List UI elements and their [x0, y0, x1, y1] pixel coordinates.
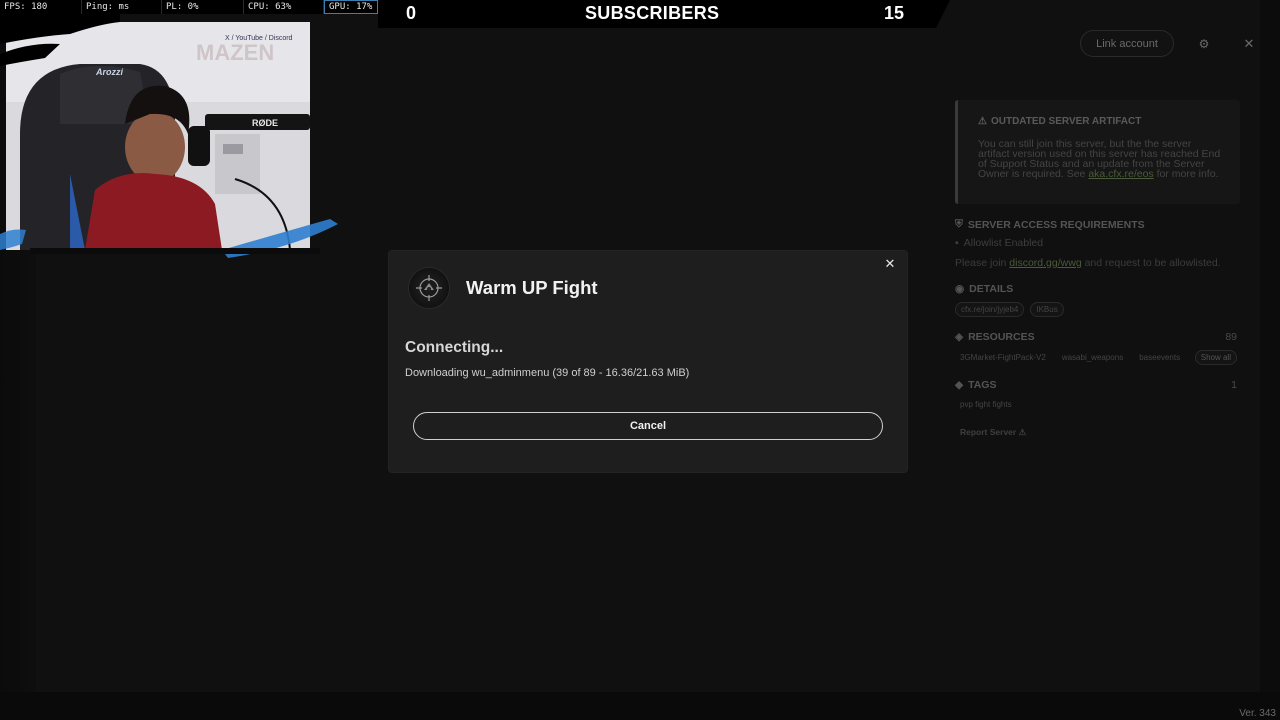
cpu-readout: CPU: 63%: [244, 0, 324, 14]
tags-count: 1: [1231, 379, 1237, 391]
download-progress-text: Downloading wu_adminmenu (39 of 89 - 16.…: [405, 367, 690, 379]
allowlist-instructions: Please join discord.gg/wwg and request t…: [955, 257, 1221, 269]
fps-readout: FPS: 180: [0, 0, 82, 14]
cube-icon: ◈: [955, 331, 964, 343]
cancel-button[interactable]: Cancel: [413, 412, 883, 440]
resources-heading: ◈ RESOURCES 89: [955, 331, 1237, 343]
resources-chips: 3GMarket-FightPack-V2 wasabi_weapons bas…: [955, 350, 1245, 365]
subscriber-label: SUBSCRIBERS: [585, 3, 720, 23]
close-icon: ✕: [884, 256, 896, 271]
discord-link[interactable]: discord.gg/wwg: [1009, 257, 1081, 269]
details-chips: cfx.re/join/jyjeb4 IKBus: [955, 302, 1245, 317]
ping-readout: Ping: ms: [82, 0, 162, 14]
close-window-button[interactable]: ✕: [1236, 30, 1262, 57]
chair-brand: Arozzi: [95, 67, 123, 77]
shield-icon: ⛨: [955, 218, 963, 230]
warning-text: You can still join this server, but the …: [978, 138, 1221, 180]
details-heading: ◉ DETAILS: [955, 283, 1014, 295]
server-logo-graphic: [416, 275, 442, 301]
resource-chip: wasabi_weapons: [1061, 353, 1124, 362]
packet-loss-readout: PL: 0%: [162, 0, 244, 14]
resources-count: 89: [1225, 331, 1237, 343]
tag-icon: ◆: [955, 379, 964, 391]
show-all-button[interactable]: Show all: [1194, 350, 1237, 365]
lock-icon: ▪: [955, 237, 959, 249]
server-name: Warm UP Fight: [466, 277, 598, 298]
version-label: Ver. 343: [1239, 708, 1276, 719]
modal-close-button[interactable]: ✕: [881, 255, 899, 273]
server-info-panel: ⚠ OUTDATED SERVER ARTIFACT You can still…: [955, 100, 1245, 438]
close-icon: ✕: [1243, 35, 1255, 51]
subscriber-goal-count: 15: [884, 3, 905, 23]
tags-heading: ◆ TAGS 1: [955, 379, 1237, 391]
access-requirements-heading: ⛨ SERVER ACCESS REQUIREMENTS: [955, 218, 1145, 231]
tags-chips: pvp fight fights: [955, 398, 1245, 411]
gear-icon: ⚙: [1198, 36, 1210, 51]
warning-icon: ⚠: [1018, 427, 1027, 437]
connecting-modal: ✕ Warm UP Fight Connecting... Downloadin…: [389, 251, 907, 472]
tag-chip: pvp fight fights: [960, 400, 1012, 409]
subscriber-counter-bar: 0 SUBSCRIBERS 15: [378, 0, 950, 28]
allowlist-status: ▪ Allowlist Enabled: [955, 237, 1044, 249]
mic-brand: RØDE: [252, 118, 278, 128]
warning-icon: ⚠: [978, 116, 987, 127]
join-code-chip[interactable]: cfx.re/join/jyjeb4: [955, 302, 1025, 317]
subscriber-start-count: 0: [406, 3, 417, 23]
settings-button[interactable]: ⚙: [1190, 30, 1218, 57]
webcam-overlay: MAZEN X / YouTube / Discord Arozzi RØDE: [0, 14, 340, 259]
gpu-readout: GPU: 17%: [324, 0, 378, 14]
link-account-button[interactable]: Link account: [1080, 30, 1174, 57]
bottom-strip: [0, 692, 1280, 720]
social-icons: X / YouTube / Discord: [225, 35, 293, 42]
eos-link[interactable]: aka.cfx.re/eos: [1088, 168, 1153, 180]
warning-title: OUTDATED SERVER ARTIFACT: [990, 116, 1142, 127]
wall-brand-text: MAZEN: [196, 40, 274, 65]
connection-status-title: Connecting...: [405, 339, 504, 356]
webcam-feed: MAZEN X / YouTube / Discord Arozzi RØDE: [0, 14, 338, 258]
eye-icon: ◉: [955, 283, 965, 295]
performance-overlay: FPS: 180 Ping: ms PL: 0% CPU: 63% GPU: 1…: [0, 0, 378, 14]
report-server-link[interactable]: Report Server ⚠: [955, 427, 1245, 438]
outdated-artifact-warning: ⚠ OUTDATED SERVER ARTIFACT You can still…: [955, 100, 1240, 204]
server-logo-icon: [409, 268, 449, 308]
resource-chip: baseevents: [1139, 353, 1181, 362]
owner-chip[interactable]: IKBus: [1030, 302, 1064, 317]
resource-chip: 3GMarket-FightPack-V2: [960, 353, 1046, 362]
